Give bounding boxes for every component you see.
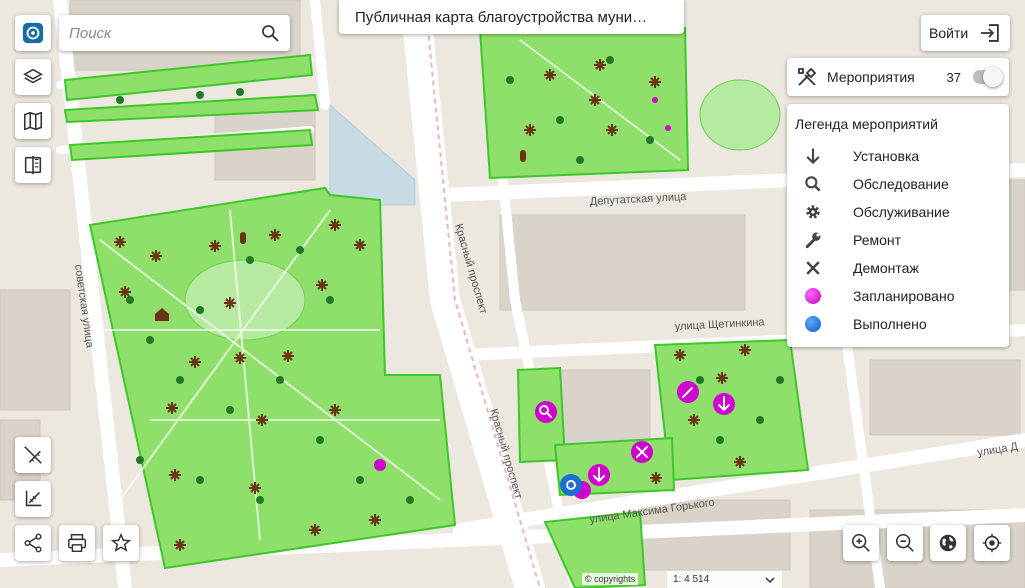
planned-dot	[805, 288, 821, 304]
legend-item: Обслуживание	[795, 198, 1001, 226]
compare-button[interactable]	[15, 147, 51, 183]
magnifier-icon	[805, 176, 821, 192]
favorite-button[interactable]	[103, 525, 139, 561]
scale-value: 1: 4 514	[673, 574, 710, 585]
print-button[interactable]	[59, 525, 95, 561]
events-label: Мероприятия	[827, 69, 915, 85]
zoom-out-button[interactable]	[887, 525, 923, 561]
share-button[interactable]	[15, 525, 51, 561]
legend-item: Выполнено	[795, 310, 1001, 338]
search-box[interactable]	[59, 15, 290, 51]
measure-distance-button[interactable]	[15, 437, 51, 473]
copyright[interactable]: © copyrights	[582, 573, 639, 585]
search-icon[interactable]	[260, 23, 280, 43]
legend-item-label: Обследование	[853, 176, 949, 192]
cross-icon	[806, 261, 820, 275]
logo-button[interactable]	[15, 15, 51, 51]
legend-item-label: Демонтаж	[853, 260, 919, 276]
tools-icon	[798, 67, 817, 86]
chevron-down-icon	[765, 576, 775, 583]
legend-item-label: Обслуживание	[853, 204, 950, 220]
legend-item: Запланировано	[795, 282, 1001, 310]
my-location-button[interactable]	[974, 525, 1010, 561]
events-legend: Легенда мероприятий Установка Обследован…	[787, 104, 1009, 347]
login-icon	[981, 24, 999, 42]
layers-icon	[23, 68, 43, 84]
wrench-icon	[805, 232, 821, 249]
zoom-in-icon	[851, 533, 870, 552]
compare-icon	[24, 155, 42, 175]
legend-item-label: Ремонт	[853, 232, 902, 248]
location-icon	[982, 533, 1002, 553]
zoom-out-icon	[895, 533, 914, 552]
star-icon	[110, 532, 132, 552]
legend-item-label: Выполнено	[853, 316, 927, 332]
events-toggle[interactable]	[973, 67, 1003, 87]
zoom-in-button[interactable]	[843, 525, 879, 561]
login-label: Войти	[929, 25, 969, 41]
login-button[interactable]: Войти	[921, 15, 1010, 51]
printer-icon	[68, 534, 86, 552]
legend-item: Ремонт	[795, 226, 1001, 254]
layers-button[interactable]	[15, 59, 51, 95]
map-icon	[23, 111, 43, 131]
gear-icon	[806, 205, 820, 219]
scale-select[interactable]: 1: 4 514	[667, 571, 782, 588]
arrow-down-icon	[806, 148, 820, 165]
done-dot	[805, 316, 821, 332]
search-input[interactable]	[69, 24, 259, 42]
map-title: Публичная карта благоустройства муни…	[339, 0, 684, 34]
measure-area-button[interactable]	[15, 481, 51, 517]
ruler-icon	[24, 446, 42, 464]
share-icon	[24, 533, 42, 553]
logo-icon	[22, 22, 44, 44]
events-bar[interactable]: Мероприятия 37	[787, 58, 1009, 96]
legend-item: Установка	[795, 142, 1001, 170]
legend-title: Легенда мероприятий	[795, 116, 938, 132]
legend-item: Обследование	[795, 170, 1001, 198]
area-icon	[25, 490, 42, 507]
legend-item: Демонтаж	[795, 254, 1001, 282]
events-count: 37	[946, 69, 961, 85]
basemap-button[interactable]	[15, 103, 51, 139]
legend-item-label: Установка	[853, 148, 920, 164]
legend-item-label: Запланировано	[853, 288, 955, 304]
globe-icon	[939, 534, 957, 552]
full-extent-button[interactable]	[930, 525, 966, 561]
